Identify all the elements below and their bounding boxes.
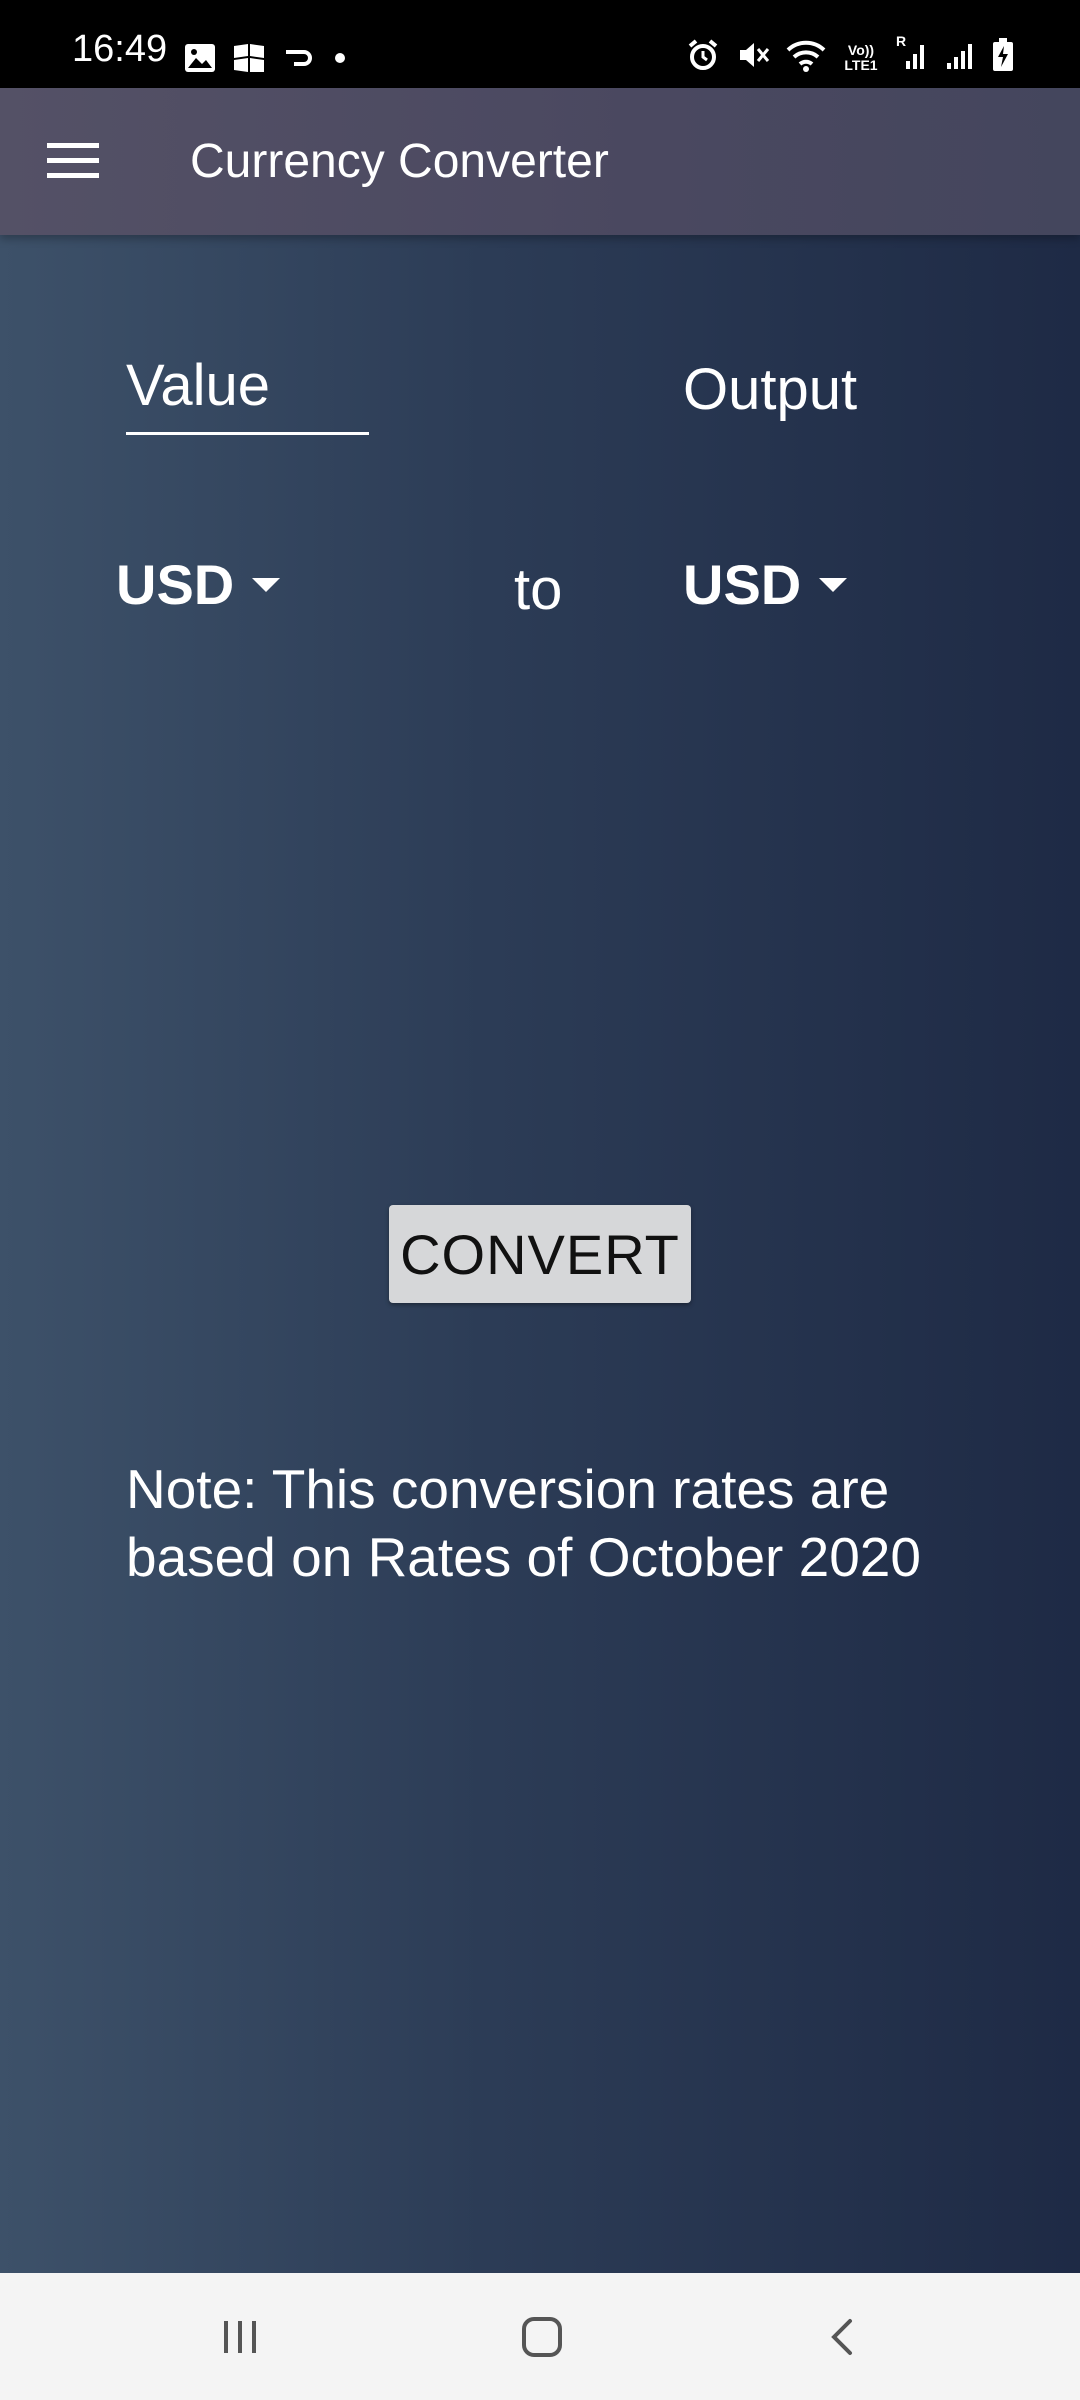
home-icon (522, 2317, 562, 2357)
cast-icon (282, 48, 314, 73)
status-right-icons: Vo)) LTE1 R (686, 33, 1014, 77)
back-button[interactable] (808, 2301, 880, 2373)
to-currency-select[interactable]: USD (683, 553, 848, 616)
puzzle-icon (232, 42, 266, 79)
volte-text: Vo)) LTE1 (844, 41, 878, 73)
output-label: Output (683, 357, 858, 422)
from-currency-select[interactable]: USD (116, 553, 281, 616)
signal-icon-2 (944, 39, 976, 76)
image-icon (184, 43, 216, 78)
app-title: Currency Converter (190, 135, 609, 188)
status-time: 16:49 (72, 28, 168, 70)
status-left-icons (184, 42, 350, 79)
recents-icon (224, 2321, 256, 2353)
alarm-icon (686, 38, 720, 77)
dropdown-caret-icon (252, 578, 281, 592)
screen: 16:49 Vo)) LTE1 R Currency Converter Val… (0, 0, 1080, 2400)
note-text: Note: This conversion rates are based on… (126, 1458, 921, 1588)
value-placeholder: Value (126, 353, 271, 418)
hamburger-menu-icon (47, 143, 99, 178)
battery-charging-icon (992, 38, 1014, 77)
recents-button[interactable] (204, 2301, 276, 2373)
to-label: to (514, 557, 563, 622)
mute-icon (736, 38, 770, 77)
home-button[interactable] (506, 2301, 578, 2373)
signal-icon: R (896, 33, 928, 76)
dot-icon (330, 48, 350, 73)
navigation-bar (0, 2273, 1080, 2400)
value-input[interactable]: Value (126, 357, 369, 435)
from-currency-value: USD (116, 553, 235, 616)
convert-button[interactable]: CONVERT (389, 1205, 691, 1303)
back-icon (831, 2319, 852, 2355)
app-bar: Currency Converter (0, 88, 1080, 235)
dropdown-caret-icon (819, 578, 848, 592)
menu-button[interactable] (40, 128, 106, 194)
converter-content: Value Output USD to USD CONVERT Note: Th… (0, 235, 1080, 2273)
volte-icon: Vo)) LTE1 (842, 41, 880, 73)
roaming-text: R (896, 33, 907, 49)
to-currency-value: USD (683, 553, 802, 616)
status-bar: 16:49 Vo)) LTE1 R (0, 0, 1080, 88)
wifi-icon (786, 38, 826, 77)
